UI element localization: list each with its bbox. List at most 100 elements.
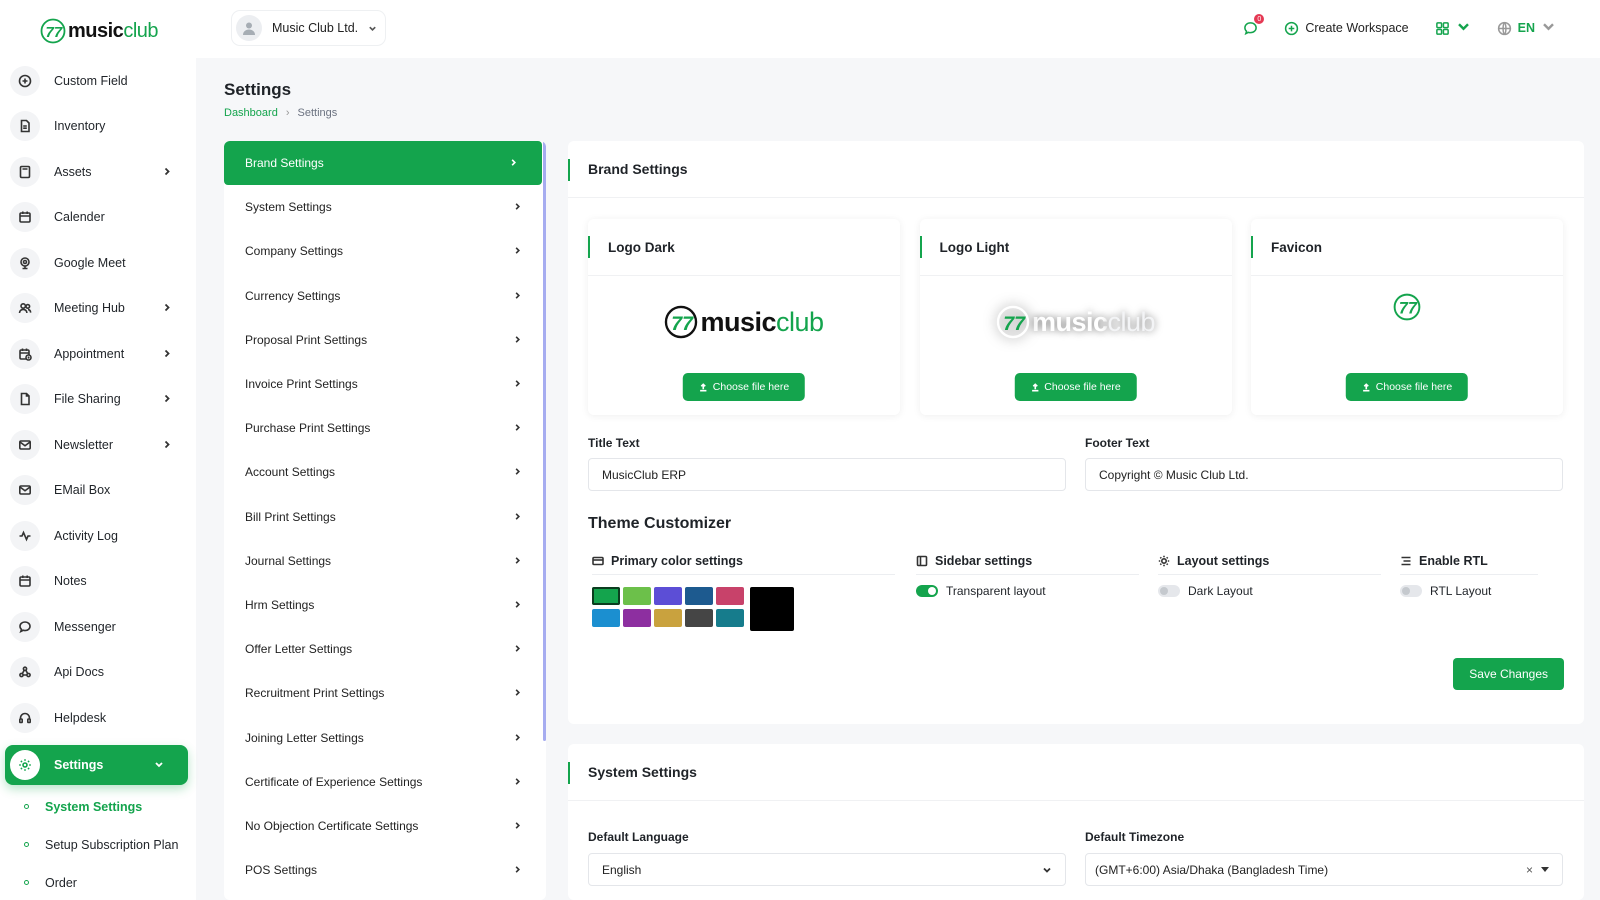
choose-file-label: Choose file here bbox=[712, 381, 790, 393]
color-swatch[interactable] bbox=[592, 609, 620, 627]
settings-menu-proposal-print-settings[interactable]: Proposal Print Settings bbox=[224, 318, 546, 362]
breadcrumb-dashboard-link[interactable]: Dashboard bbox=[224, 107, 278, 119]
settings-menu-account-settings[interactable]: Account Settings bbox=[224, 450, 546, 494]
chevron-right-icon bbox=[513, 775, 522, 789]
color-swatch[interactable] bbox=[623, 587, 651, 605]
default-timezone-select[interactable]: (GMT+6:00) Asia/Dhaka (Bangladesh Time) … bbox=[1085, 853, 1563, 886]
primary-color-heading: Primary color settings bbox=[592, 554, 895, 575]
sidebar-item-newsletter[interactable]: Newsletter bbox=[0, 422, 196, 468]
sidebar-item-label: Calender bbox=[54, 210, 105, 225]
settings-menu-brand-settings[interactable]: Brand Settings bbox=[224, 141, 542, 186]
workspace-switcher[interactable]: Music Club Ltd. bbox=[232, 11, 385, 45]
dark-layout-row: Dark Layout bbox=[1158, 584, 1381, 598]
sidebar-subitem-setup-subscription-plan[interactable]: Setup Subscription Plan bbox=[0, 826, 196, 864]
save-changes-button[interactable]: Save Changes bbox=[1453, 658, 1564, 690]
rtl-layout-label: RTL Layout bbox=[1430, 584, 1492, 598]
chevron-right-icon bbox=[162, 346, 172, 361]
settings-menu-company-settings[interactable]: Company Settings bbox=[224, 229, 546, 273]
clear-icon[interactable]: × bbox=[1526, 863, 1533, 877]
calendar-icon bbox=[10, 202, 40, 233]
settings-menu-hrm-settings[interactable]: Hrm Settings bbox=[224, 583, 546, 627]
settings-menu-pos-settings[interactable]: POS Settings bbox=[224, 848, 546, 892]
logo-mark-icon: 77 bbox=[665, 305, 698, 339]
language-selector[interactable]: EN bbox=[1489, 12, 1564, 44]
color-swatch[interactable] bbox=[716, 609, 744, 627]
sidebar-item-assets[interactable]: Assets bbox=[0, 149, 196, 195]
settings-menu-journal-settings[interactable]: Journal Settings bbox=[224, 539, 546, 583]
sidebar-item-custom-field[interactable]: Custom Field bbox=[0, 58, 196, 104]
color-swatch[interactable] bbox=[716, 587, 744, 605]
create-workspace-button[interactable]: Create Workspace bbox=[1276, 12, 1416, 44]
logo-dark-wordmark: musicclub bbox=[700, 306, 824, 337]
custom-color-picker[interactable] bbox=[750, 587, 794, 631]
sidebar-item-email-box[interactable]: EMail Box bbox=[0, 468, 196, 514]
sidebar-item-api-docs[interactable]: Api Docs bbox=[0, 650, 196, 696]
transparent-layout-toggle[interactable] bbox=[916, 585, 938, 597]
sidebar-item-settings[interactable]: Settings bbox=[5, 744, 188, 785]
color-swatch[interactable] bbox=[654, 587, 682, 605]
logo-light-title: Logo Light bbox=[939, 239, 1010, 255]
sidebar-item-activity-log[interactable]: Activity Log bbox=[0, 513, 196, 559]
dark-layout-toggle[interactable] bbox=[1158, 585, 1180, 597]
brand-logo[interactable]: 77 musicclub bbox=[40, 18, 159, 44]
sidebar-item-label: Messenger bbox=[54, 619, 116, 634]
settings-menu-bill-print-settings[interactable]: Bill Print Settings bbox=[224, 495, 546, 539]
top-header: Music Club Ltd. 0 Create Workspace EN bbox=[196, 0, 1600, 58]
accent-bar bbox=[588, 236, 590, 258]
chevron-right-icon bbox=[513, 731, 522, 745]
sidebar-item-helpdesk[interactable]: Helpdesk bbox=[0, 695, 196, 741]
title-text-input[interactable] bbox=[588, 458, 1066, 491]
favicon-card-header: Favicon bbox=[1251, 219, 1563, 276]
settings-menu-joining-letter-settings[interactable]: Joining Letter Settings bbox=[224, 715, 546, 759]
rtl-layout-toggle[interactable] bbox=[1400, 585, 1422, 597]
messages-button[interactable]: 0 bbox=[1235, 12, 1266, 44]
settings-menu-purchase-print-settings[interactable]: Purchase Print Settings bbox=[224, 406, 546, 450]
footer-text-input[interactable] bbox=[1085, 458, 1563, 491]
settings-menu-label: Bill Print Settings bbox=[245, 509, 336, 524]
chevron-right-icon bbox=[513, 289, 522, 303]
color-swatch[interactable] bbox=[685, 609, 713, 627]
sidebar-item-meeting-hub[interactable]: Meeting Hub bbox=[0, 286, 196, 332]
color-swatch[interactable] bbox=[685, 587, 713, 605]
bullet-icon bbox=[24, 880, 29, 885]
settings-menu-certificate-of-experience-settings[interactable]: Certificate of Experience Settings bbox=[224, 760, 546, 804]
settings-menu-scrollbar[interactable] bbox=[543, 141, 546, 741]
sidebar-item-appointment[interactable]: Appointment bbox=[0, 331, 196, 377]
calendar-icon bbox=[10, 566, 40, 597]
sidebar-item-inventory[interactable]: Inventory bbox=[0, 104, 196, 150]
sidebar-item-notes[interactable]: Notes bbox=[0, 559, 196, 605]
favicon-choose-button[interactable]: Choose file here bbox=[1345, 373, 1469, 401]
sidebar-item-messenger[interactable]: Messenger bbox=[0, 604, 196, 650]
settings-menu-offer-letter-settings[interactable]: Offer Letter Settings bbox=[224, 627, 546, 671]
calendar-clock-icon bbox=[10, 338, 40, 369]
sidebar-item-calender[interactable]: Calender bbox=[0, 195, 196, 241]
settings-menu-no-objection-certificate-settings[interactable]: No Objection Certificate Settings bbox=[224, 804, 546, 848]
chevron-right-icon bbox=[513, 642, 522, 656]
color-swatch[interactable] bbox=[654, 609, 682, 627]
bullet-icon bbox=[24, 804, 29, 809]
logo-light-choose-button[interactable]: Choose file here bbox=[1014, 373, 1137, 401]
sidebar-item-file-sharing[interactable]: File Sharing bbox=[0, 377, 196, 423]
settings-menu-system-settings[interactable]: System Settings bbox=[224, 185, 546, 229]
favicon-preview: 77 bbox=[1251, 292, 1563, 322]
layout-settings-heading: Layout settings bbox=[1158, 554, 1381, 575]
logo-light-wordmark: musicclub bbox=[1031, 306, 1156, 337]
chevron-right-icon bbox=[513, 598, 522, 612]
favicon-icon: 77 bbox=[1393, 293, 1421, 321]
sidebar-subitem-order[interactable]: Order bbox=[0, 864, 196, 900]
caret-down-icon bbox=[1541, 867, 1549, 872]
settings-menu-currency-settings[interactable]: Currency Settings bbox=[224, 274, 546, 318]
settings-menu-recruitment-print-settings[interactable]: Recruitment Print Settings bbox=[224, 671, 546, 715]
sidebar-item-label: EMail Box bbox=[54, 483, 111, 498]
settings-menu-invoice-print-settings[interactable]: Invoice Print Settings bbox=[224, 362, 546, 406]
color-swatch[interactable] bbox=[592, 587, 620, 605]
logo-light-card-header: Logo Light bbox=[919, 219, 1232, 276]
sidebar-subitem-system-settings[interactable]: System Settings bbox=[0, 788, 196, 826]
chevron-right-icon bbox=[513, 200, 522, 214]
color-swatch[interactable] bbox=[623, 609, 651, 627]
logo-dark-choose-button[interactable]: Choose file here bbox=[682, 373, 806, 401]
sidebar-item-google-meet[interactable]: Google Meet bbox=[0, 240, 196, 286]
apps-menu-button[interactable] bbox=[1427, 12, 1479, 44]
default-language-select[interactable]: English bbox=[588, 853, 1066, 886]
settings-menu-label: Currency Settings bbox=[245, 288, 341, 303]
